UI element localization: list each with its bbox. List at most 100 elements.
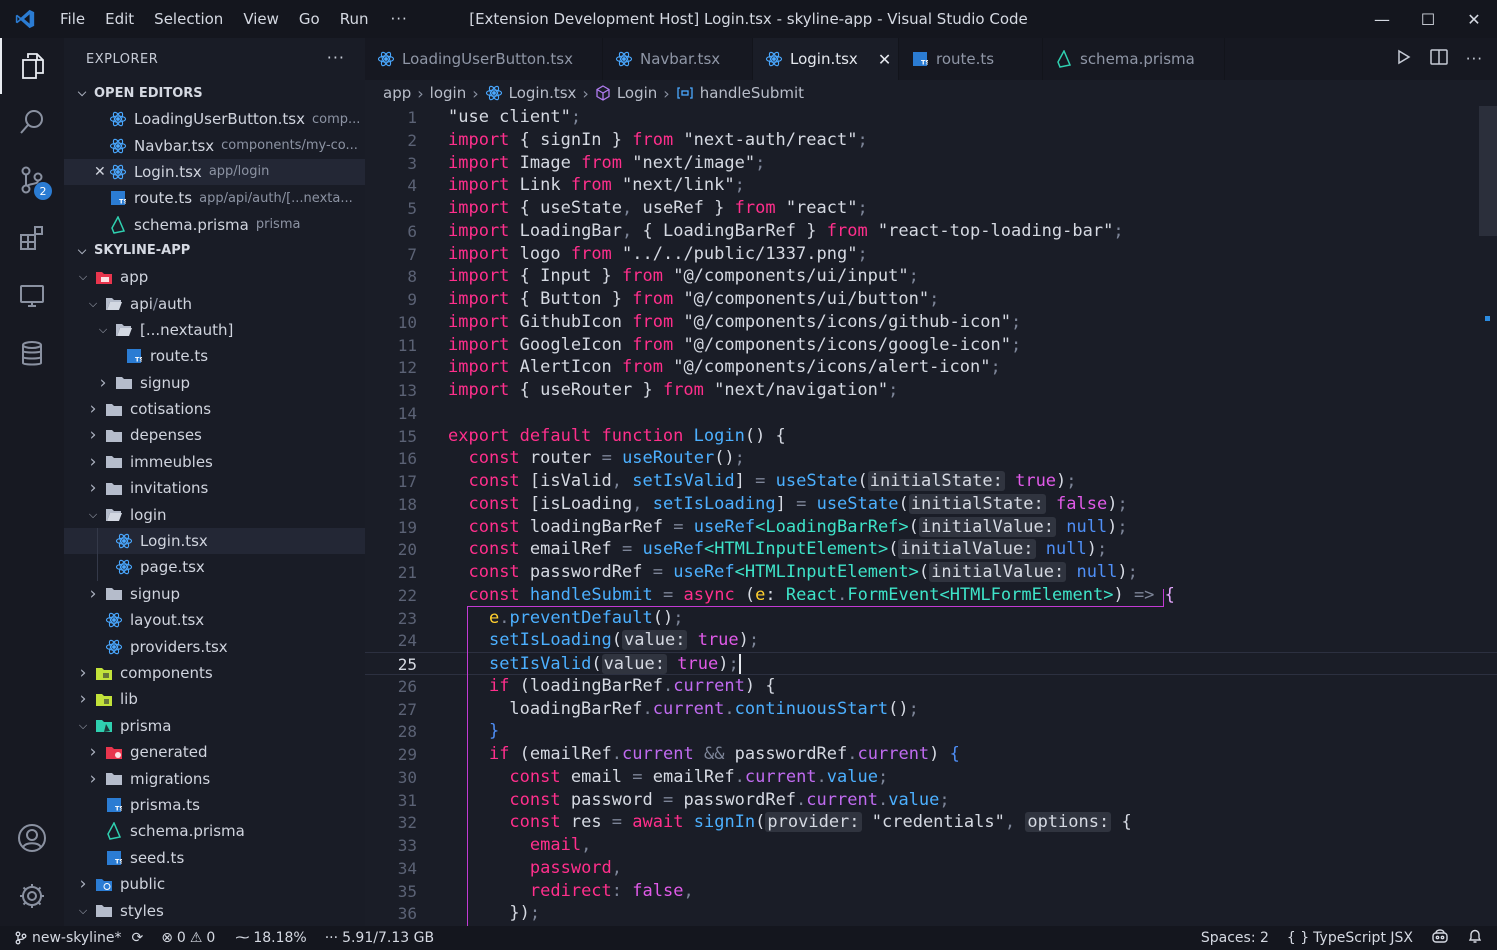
folder-item[interactable]: ⌵ styles: [64, 897, 365, 923]
close-editor-icon[interactable]: ✕: [94, 164, 106, 180]
file-item[interactable]: layout.tsx: [64, 607, 365, 633]
tab-route-ts[interactable]: TS route.ts: [899, 38, 1043, 80]
tab-schema-prisma[interactable]: schema.prisma: [1043, 38, 1225, 80]
breadcrumb-item[interactable]: login: [430, 84, 467, 102]
code-line[interactable]: 12 import AlertIcon from "@/components/ic…: [365, 356, 1497, 379]
code-line[interactable]: 20 const emailRef = useRef<HTMLInputElem…: [365, 538, 1497, 561]
open-editor-item[interactable]: LoadingUserButton.tsx comp...: [64, 106, 365, 132]
code-line[interactable]: 11 import GoogleIcon from "@/components/i…: [365, 334, 1497, 357]
file-item[interactable]: TS prisma.ts: [64, 792, 365, 818]
folder-item[interactable]: › invitations: [64, 475, 365, 501]
account-icon[interactable]: [0, 810, 64, 866]
code-line[interactable]: 9 import { Button } from "@/components/ui…: [365, 288, 1497, 311]
editor-more-icon[interactable]: ···: [1466, 50, 1483, 68]
breadcrumb-item[interactable]: handleSubmit: [676, 84, 804, 102]
breadcrumb-item[interactable]: app: [383, 84, 411, 102]
folder-item[interactable]: ⌵ api / auth: [64, 290, 365, 316]
code-line[interactable]: 10 import GithubIcon from "@/components/i…: [365, 311, 1497, 334]
code-line[interactable]: 2 import { signIn } from "next-auth/react…: [365, 129, 1497, 152]
code-line[interactable]: 22 const handleSubmit = async (e: React.…: [365, 584, 1497, 607]
minimize-button[interactable]: —: [1359, 0, 1405, 38]
open-editor-item[interactable]: TS route.ts app/api/auth/[...nexta...: [64, 185, 365, 211]
file-item[interactable]: schema.prisma: [64, 818, 365, 844]
folder-item[interactable]: › immeubles: [64, 449, 365, 475]
tab-loadinguserbutton-tsx[interactable]: LoadingUserButton.tsx: [365, 38, 603, 80]
breadcrumb-item[interactable]: Login: [595, 84, 657, 102]
breadcrumb-item[interactable]: Login.tsx: [485, 84, 576, 102]
close-window-button[interactable]: ✕: [1451, 0, 1497, 38]
menu-go[interactable]: Go: [289, 10, 330, 28]
code-line[interactable]: 1 "use client";: [365, 106, 1497, 129]
sync-icon[interactable]: ⟳: [131, 930, 143, 946]
project-section[interactable]: ⌵ SKYLINE-APP: [64, 238, 365, 264]
folder-item[interactable]: ⌵ app: [64, 264, 365, 290]
memory-status[interactable]: ··· 5.91/7.13 GB: [325, 930, 434, 946]
cpu-status[interactable]: ⁓ 18.18%: [235, 930, 306, 946]
code-line[interactable]: 3 import Image from "next/image";: [365, 152, 1497, 175]
open-editor-item[interactable]: ✕ Login.tsx app/login: [64, 158, 365, 186]
code-line[interactable]: 19 const loadingBarRef = useRef<LoadingB…: [365, 516, 1497, 539]
folder-item[interactable]: › lib: [64, 686, 365, 712]
open-editor-item[interactable]: Navbar.tsx components/my-co...: [64, 132, 365, 158]
code-line[interactable]: 5 import { useState, useRef } from "react…: [365, 197, 1497, 220]
run-icon[interactable]: [1396, 49, 1412, 69]
code-line[interactable]: 13 import { useRouter } from "next/naviga…: [365, 379, 1497, 402]
code-line[interactable]: 7 import logo from "../../public/1337.png…: [365, 243, 1497, 266]
vscode-logo-icon[interactable]: [0, 8, 50, 30]
file-item[interactable]: providers.tsx: [64, 633, 365, 659]
menu-edit[interactable]: Edit: [95, 10, 144, 28]
problems-status[interactable]: ⊗ 0 ⚠ 0: [161, 930, 215, 946]
settings-gear-icon[interactable]: [0, 868, 64, 924]
extensions-icon[interactable]: [0, 210, 64, 266]
file-item[interactable]: TS route.ts: [64, 343, 365, 369]
copilot-icon[interactable]: [1431, 928, 1449, 948]
code-line[interactable]: 15 export default function Login() {: [365, 425, 1497, 448]
code-line[interactable]: 16 const router = useRouter();: [365, 447, 1497, 470]
branch-status[interactable]: new-skyline* ⟳: [14, 930, 143, 946]
remote-explorer-icon[interactable]: [0, 268, 64, 324]
file-item[interactable]: Login.tsx: [64, 527, 365, 555]
code-line[interactable]: 21 const passwordRef = useRef<HTMLInputE…: [365, 561, 1497, 584]
folder-item[interactable]: › cotisations: [64, 396, 365, 422]
split-editor-icon[interactable]: [1429, 49, 1448, 69]
indentation-status[interactable]: Spaces: 2: [1201, 930, 1269, 946]
open-editor-item[interactable]: schema.prisma prisma: [64, 212, 365, 238]
maximize-button[interactable]: ☐: [1405, 0, 1451, 38]
tab-navbar-tsx[interactable]: Navbar.tsx: [603, 38, 753, 80]
language-mode[interactable]: { } TypeScript JSX: [1287, 930, 1413, 946]
folder-item[interactable]: › generated: [64, 739, 365, 765]
explorer-more-icon[interactable]: ···: [327, 48, 345, 67]
code-line[interactable]: 6 import LoadingBar, { LoadingBarRef } fr…: [365, 220, 1497, 243]
notifications-bell-icon[interactable]: [1467, 928, 1483, 948]
menu-file[interactable]: File: [50, 10, 95, 28]
menu-run[interactable]: Run: [330, 10, 379, 28]
code-line[interactable]: 8 import { Input } from "@/components/ui/…: [365, 265, 1497, 288]
menu-more-icon[interactable]: ···: [379, 10, 420, 28]
file-item[interactable]: TS seed.ts: [64, 845, 365, 871]
folder-item[interactable]: ⌵ prisma: [64, 713, 365, 739]
folder-item[interactable]: › signup: [64, 370, 365, 396]
folder-item[interactable]: › components: [64, 660, 365, 686]
folder-item[interactable]: › depenses: [64, 422, 365, 448]
scrollbar-thumb[interactable]: [1479, 106, 1497, 236]
close-tab-icon[interactable]: ✕: [878, 50, 891, 69]
search-icon[interactable]: [0, 94, 64, 150]
tab-login-tsx[interactable]: Login.tsx ✕: [753, 38, 899, 80]
code-line[interactable]: 17 const [isValid, setIsValid] = useStat…: [365, 470, 1497, 493]
folder-item[interactable]: › migrations: [64, 765, 365, 791]
folder-item[interactable]: › public: [64, 871, 365, 897]
folder-item[interactable]: › signup: [64, 581, 365, 607]
folder-item[interactable]: ⌵ login: [64, 501, 365, 527]
code-line[interactable]: 14: [365, 402, 1497, 425]
folder-item[interactable]: ⌵ [...nextauth]: [64, 317, 365, 343]
code-line[interactable]: 18 const [isLoading, setIsLoading] = use…: [365, 493, 1497, 516]
explorer-icon[interactable]: [0, 38, 64, 94]
menu-selection[interactable]: Selection: [144, 10, 233, 28]
menu-view[interactable]: View: [233, 10, 289, 28]
code-line[interactable]: 4 import Link from "next/link";: [365, 174, 1497, 197]
editor-scrollbar[interactable]: [1479, 106, 1497, 926]
file-item[interactable]: page.tsx: [64, 554, 365, 580]
source-control-icon[interactable]: 2: [0, 152, 64, 208]
database-icon[interactable]: [0, 326, 64, 382]
open-editors-section[interactable]: ⌵ OPEN EDITORS: [64, 80, 365, 106]
